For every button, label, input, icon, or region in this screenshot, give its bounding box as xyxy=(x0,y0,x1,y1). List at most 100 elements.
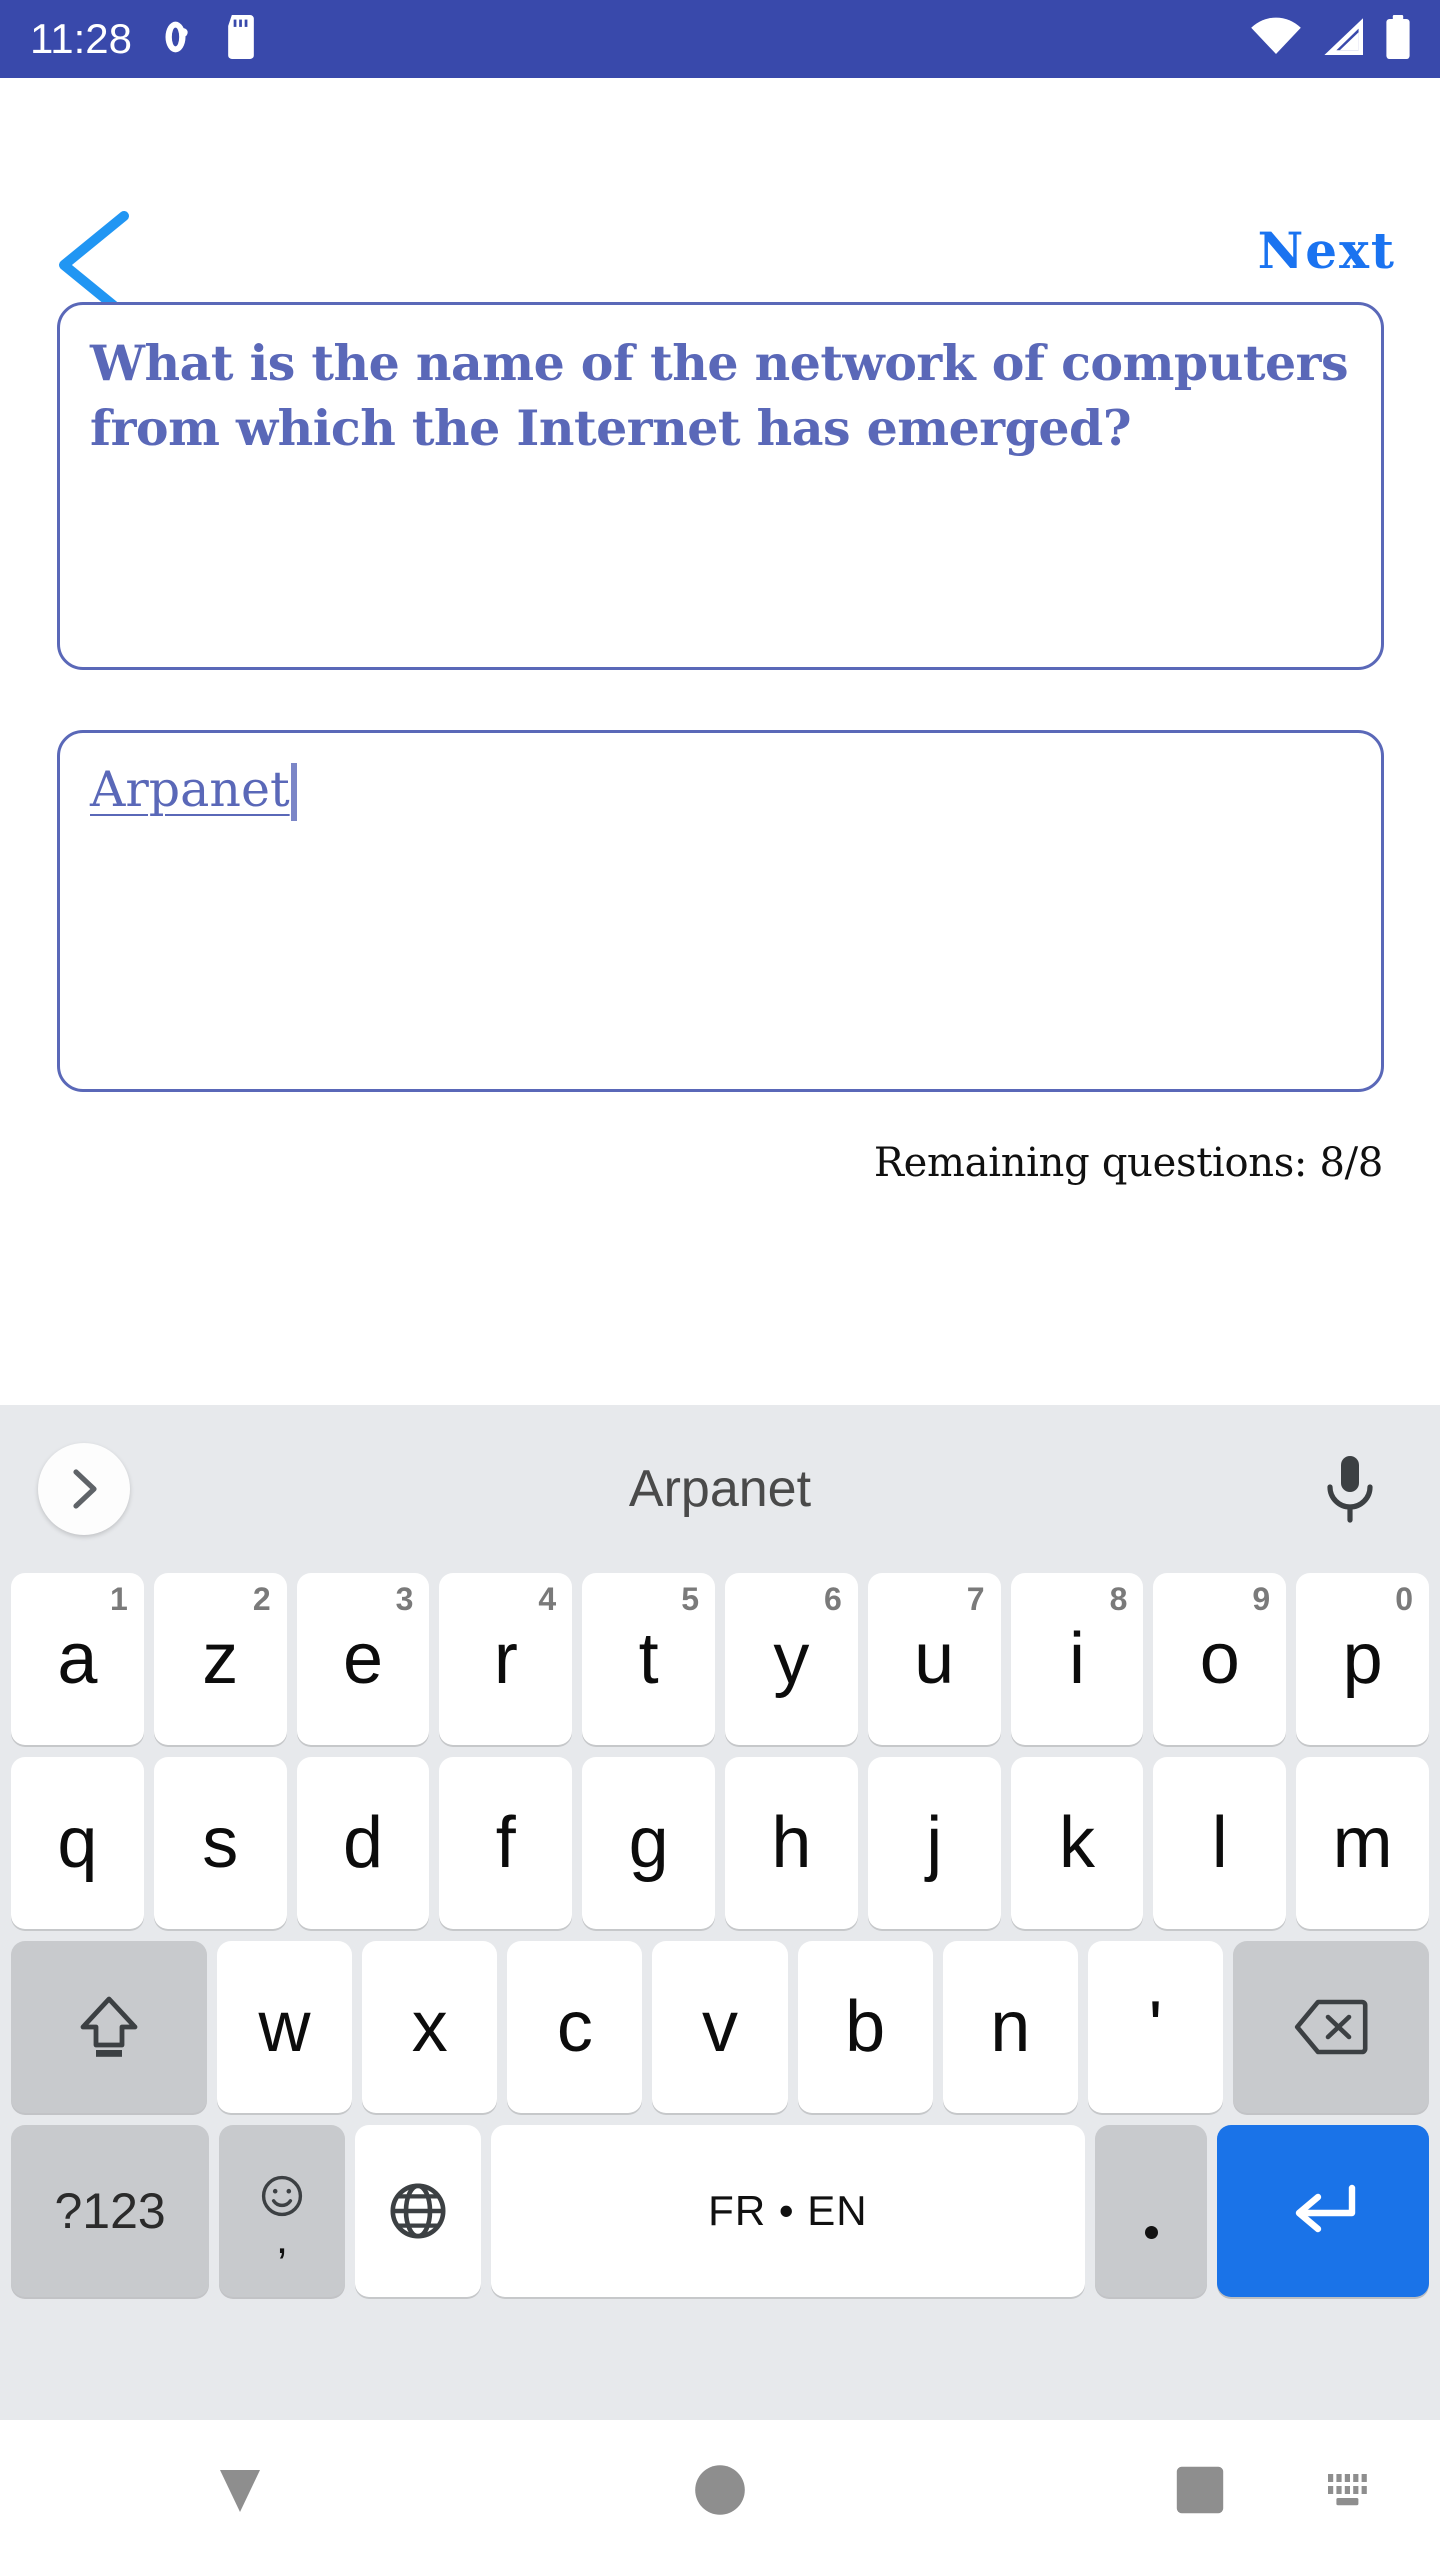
key-digit: 7 xyxy=(966,1581,985,1617)
key-digit: 3 xyxy=(395,1581,414,1617)
key-label: h xyxy=(771,1803,812,1883)
key-label: s xyxy=(202,1803,239,1883)
status-bar-left: 11:28 xyxy=(30,14,258,64)
key-digit: 2 xyxy=(252,1581,271,1617)
key-o[interactable]: 9 o xyxy=(1153,1573,1287,1745)
key-digit: 4 xyxy=(538,1581,557,1617)
key-label: y xyxy=(773,1619,810,1699)
shift-key[interactable] xyxy=(10,1941,207,2113)
space-key-label: FR • EN xyxy=(708,2187,868,2234)
key-label: k xyxy=(1058,1803,1095,1883)
key-v[interactable]: v xyxy=(652,1941,788,2113)
key-label: c xyxy=(556,1987,593,2067)
key-digit: 5 xyxy=(681,1581,699,1617)
enter-key[interactable] xyxy=(1217,2125,1429,2297)
status-bar: 11:28 xyxy=(0,0,1440,78)
switch-keyboard-button[interactable] xyxy=(1324,2470,1384,2514)
space-key[interactable]: FR • EN xyxy=(490,2125,1086,2297)
key-c[interactable]: c xyxy=(507,1941,643,2113)
key-w[interactable]: w xyxy=(216,1941,353,2113)
globe-language-icon xyxy=(390,2183,446,2239)
symbols-key[interactable]: ?123 xyxy=(11,2125,210,2297)
phone-screen: 11:28 Next What is the name of the netwo… xyxy=(0,0,1440,2560)
key-t[interactable]: 5 t xyxy=(582,1573,715,1745)
enter-return-icon xyxy=(1295,2184,1356,2233)
key-z[interactable]: 2 z xyxy=(153,1573,287,1745)
next-button[interactable]: Next xyxy=(1258,226,1396,276)
key-g[interactable]: g xyxy=(582,1757,715,1929)
key-f[interactable]: f xyxy=(439,1757,573,1929)
app-header: Next xyxy=(0,78,1440,319)
key-e[interactable]: 3 e xyxy=(296,1573,430,1745)
key-label: p xyxy=(1342,1619,1383,1699)
key-i[interactable]: 8 i xyxy=(1010,1573,1144,1745)
on-screen-keyboard: Arpanet 1 a 2 z 3 e 4 r 5 t 6 y 7 u 8 i … xyxy=(0,1405,1440,2420)
key-label: g xyxy=(628,1803,669,1883)
key-q[interactable]: q xyxy=(11,1757,144,1929)
symbols-key-label: ?123 xyxy=(54,2183,166,2239)
key-m[interactable]: m xyxy=(1296,1757,1429,1929)
key-j[interactable]: j xyxy=(867,1757,1001,1929)
key-label: ' xyxy=(1148,1987,1163,2067)
nav-home-button[interactable] xyxy=(480,2420,960,2560)
key-label: r xyxy=(493,1619,518,1699)
keyboard-row-3: w x c v b n ' xyxy=(0,1941,1440,2113)
key-b[interactable]: b xyxy=(797,1941,933,2113)
key-label: o xyxy=(1199,1619,1240,1699)
sd-card-icon xyxy=(224,14,258,64)
backspace-icon xyxy=(1294,1999,1368,2055)
question-field[interactable]: What is the name of the network of compu… xyxy=(57,302,1384,670)
key-r[interactable]: 4 r xyxy=(439,1573,573,1745)
cell-signal-icon xyxy=(1320,17,1366,62)
key-u[interactable]: 7 u xyxy=(867,1573,1001,1745)
nav-back-button[interactable] xyxy=(0,2420,480,2560)
recents-square-icon xyxy=(1176,2466,1224,2514)
key-label: v xyxy=(702,1987,738,2067)
language-switch-key[interactable] xyxy=(354,2125,481,2297)
key-digit: 6 xyxy=(824,1581,842,1617)
battery-full-icon xyxy=(1384,14,1412,64)
key-label: a xyxy=(57,1619,98,1699)
comma-label: , xyxy=(275,2214,289,2263)
key-label: x xyxy=(411,1987,448,2067)
key-apostrophe[interactable]: ' xyxy=(1087,1941,1224,2113)
key-digit: 1 xyxy=(110,1581,128,1617)
home-circle-icon xyxy=(695,2465,745,2515)
backspace-key[interactable] xyxy=(1233,1941,1430,2113)
emoji-comma-key[interactable]: , xyxy=(219,2125,345,2297)
key-l[interactable]: l xyxy=(1153,1757,1287,1929)
key-label: b xyxy=(845,1987,886,2067)
suggestion-word[interactable]: Arpanet xyxy=(0,1405,1440,1573)
key-digit: 8 xyxy=(1109,1581,1128,1617)
smiley-face-icon xyxy=(261,2175,303,2217)
key-a[interactable]: 1 a xyxy=(11,1573,144,1745)
key-h[interactable]: h xyxy=(725,1757,858,1929)
microphone-icon xyxy=(1327,1456,1373,1523)
key-n[interactable]: n xyxy=(942,1941,1078,2113)
key-label: z xyxy=(202,1619,239,1699)
key-k[interactable]: k xyxy=(1010,1757,1144,1929)
wifi-icon xyxy=(1250,17,1302,62)
answer-line: Arpanet xyxy=(90,759,1351,821)
key-p[interactable]: 0 p xyxy=(1296,1573,1429,1745)
key-x[interactable]: x xyxy=(362,1941,498,2113)
navigation-bar xyxy=(0,2420,1440,2560)
key-label: e xyxy=(342,1619,384,1699)
key-d[interactable]: d xyxy=(296,1757,430,1929)
answer-input[interactable]: Arpanet xyxy=(57,730,1384,1092)
key-label: i xyxy=(1068,1619,1085,1699)
status-bar-right xyxy=(1250,14,1412,64)
key-digit: 9 xyxy=(1252,1581,1271,1617)
key-label: f xyxy=(495,1803,516,1883)
key-s[interactable]: s xyxy=(153,1757,287,1929)
key-label: w xyxy=(258,1987,311,2067)
key-label: u xyxy=(914,1619,955,1699)
period-dot-icon xyxy=(1144,2225,1158,2239)
key-label: m xyxy=(1332,1803,1393,1883)
key-y[interactable]: 6 y xyxy=(725,1573,858,1745)
key-label: n xyxy=(990,1987,1031,2067)
period-key[interactable] xyxy=(1095,2125,1208,2297)
keyboard-row-1: 1 a 2 z 3 e 4 r 5 t 6 y 7 u 8 i 9 o 0 p xyxy=(0,1573,1440,1745)
mic-button[interactable] xyxy=(1312,1451,1388,1527)
keyboard-row-2: q s d f g h j k l m xyxy=(0,1757,1440,1929)
